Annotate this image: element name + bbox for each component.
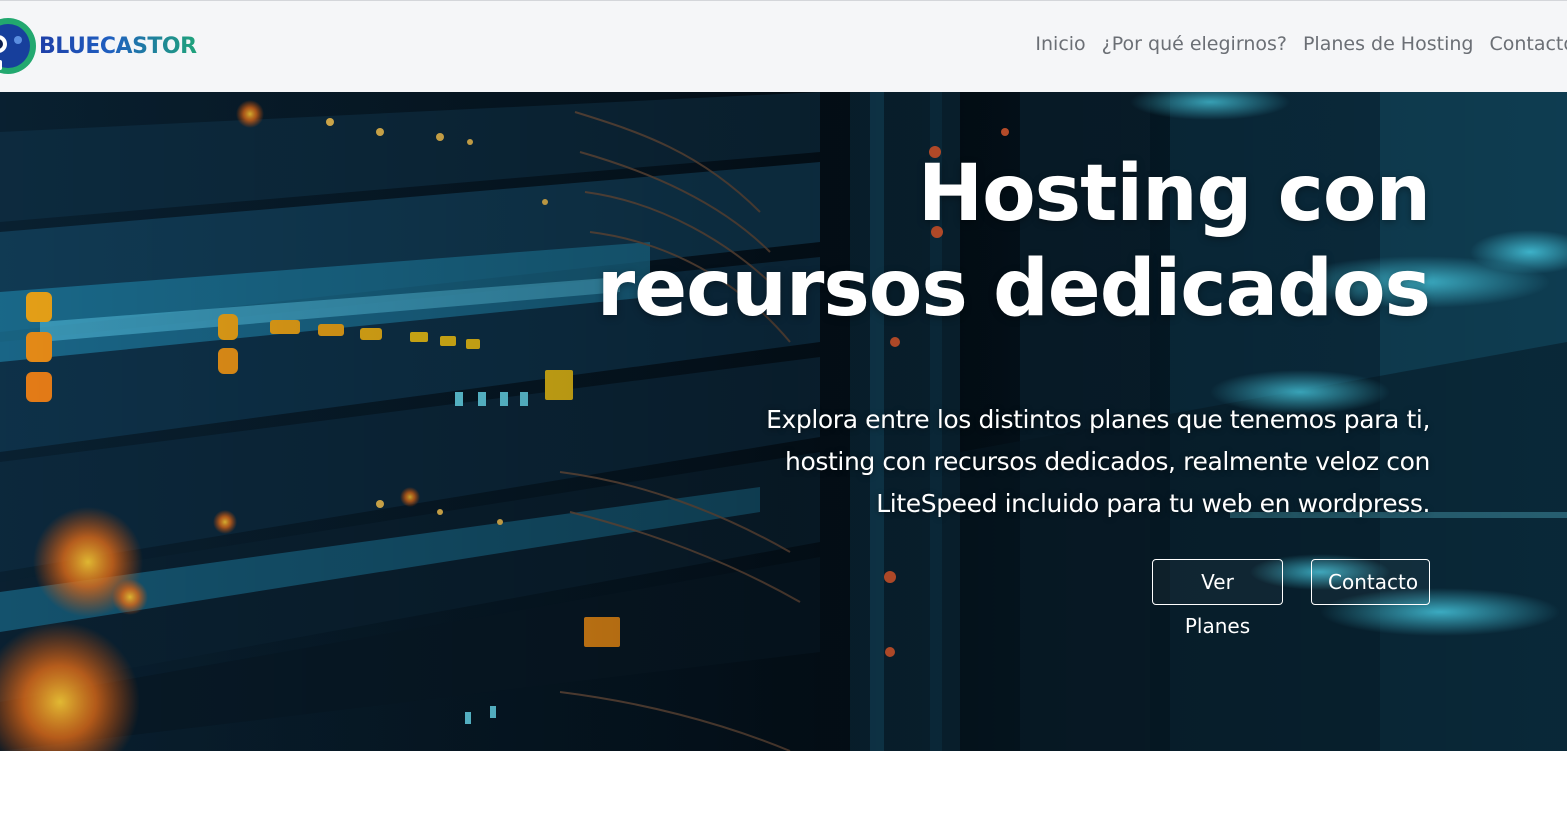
- main-nav: Inicio ¿Por qué elegirnos? Planes de Hos…: [1035, 33, 1567, 55]
- hero-title-line: recursos dedicados: [596, 244, 1431, 334]
- hero-banner: Hosting con recursos dedicados Explora e…: [0, 92, 1567, 751]
- brand-logo[interactable]: BLUECASTOR: [0, 13, 197, 79]
- hero-subtitle: Explora entre los distintos planes que t…: [530, 399, 1430, 525]
- hero-title: Hosting con recursos dedicados: [530, 147, 1431, 337]
- brand-name: BLUECASTOR: [39, 33, 197, 59]
- beaver-logo-icon: [0, 16, 38, 76]
- nav-link-inicio[interactable]: Inicio: [1035, 33, 1085, 55]
- hero-subtitle-line: LiteSpeed incluido para tu web en wordpr…: [876, 489, 1430, 518]
- hero-buttons: Ver Planes Contacto: [1152, 559, 1430, 638]
- nav-link-por-que-elegirnos[interactable]: ¿Por qué elegirnos?: [1102, 33, 1287, 55]
- navbar: BLUECASTOR Inicio ¿Por qué elegirnos? Pl…: [0, 1, 1567, 92]
- hero-title-line: Hosting con: [917, 149, 1431, 239]
- hero-subtitle-line: hosting con recursos dedicados, realment…: [785, 447, 1430, 476]
- hero-subtitle-line: Explora entre los distintos planes que t…: [766, 405, 1430, 434]
- hero-content: Hosting con recursos dedicados Explora e…: [530, 147, 1431, 525]
- nav-link-contacto[interactable]: Contacto: [1489, 33, 1567, 55]
- nav-link-planes-de-hosting[interactable]: Planes de Hosting: [1303, 33, 1473, 55]
- contacto-button[interactable]: Contacto: [1311, 559, 1430, 605]
- ver-planes-button[interactable]: Ver Planes: [1152, 559, 1283, 638]
